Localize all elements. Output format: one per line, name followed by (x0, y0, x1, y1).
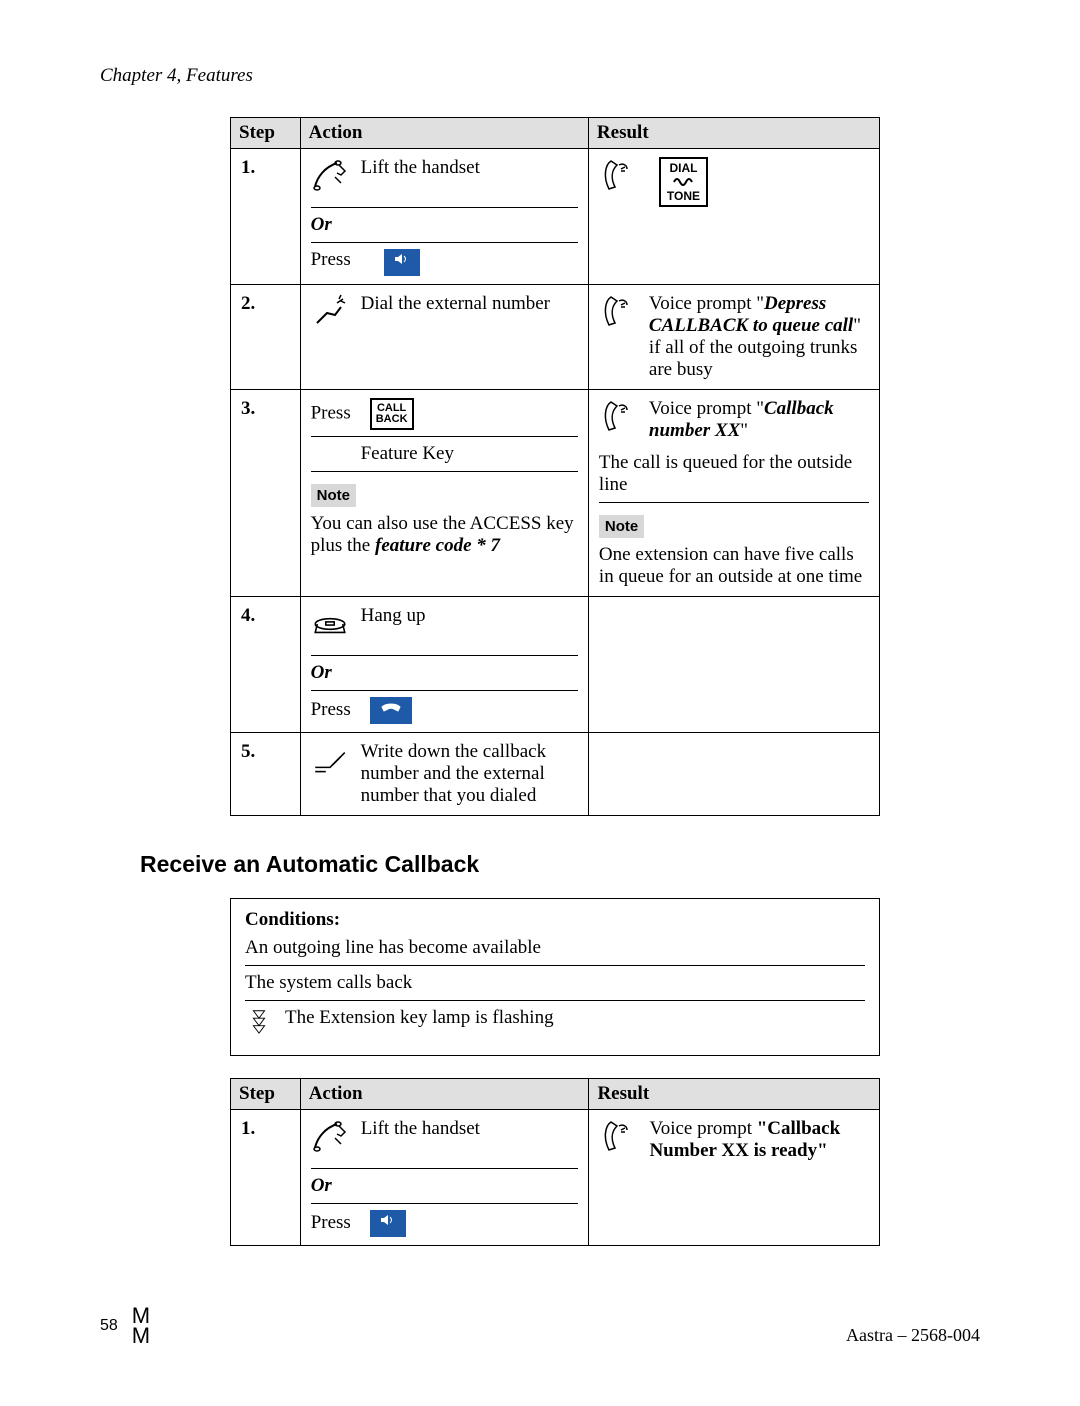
action-text: Dial the external number (361, 293, 578, 315)
table-row: 3. Press CALLBACK Feature Key Note You c… (231, 390, 880, 597)
action-text: Lift the handset (361, 1118, 579, 1140)
handset-ringing-icon (599, 293, 637, 337)
step-number: 1. (231, 1110, 301, 1246)
th-action: Action (300, 1079, 589, 1110)
conditions-header: Conditions: (245, 909, 865, 931)
hang-up-icon (311, 605, 349, 649)
procedure-table-2: Step Action Result 1. Lift the handset O… (230, 1078, 880, 1246)
press-label: Press (311, 1212, 351, 1233)
th-step: Step (231, 1079, 301, 1110)
th-result: Result (588, 118, 879, 149)
handset-ringing-icon (599, 398, 637, 442)
or-label: Or (311, 214, 578, 236)
lift-handset-icon (311, 157, 349, 201)
logo-mark: MM (132, 1306, 152, 1346)
write-icon (311, 741, 349, 785)
step-number: 2. (231, 285, 301, 390)
handset-ringing-icon (599, 157, 637, 201)
section-heading: Receive an Automatic Callback (140, 851, 980, 878)
onhook-button-icon (370, 697, 412, 724)
speaker-button-icon (384, 249, 420, 276)
document-id: Aastra – 2568-004 (846, 1325, 980, 1346)
condition-item: The system calls back (245, 972, 865, 994)
result-text: The call is queued for the outside line (599, 452, 869, 496)
step-number: 5. (231, 733, 301, 816)
or-label: Or (311, 1175, 579, 1197)
press-label: Press (311, 402, 351, 423)
th-step: Step (231, 118, 301, 149)
chapter-header: Chapter 4, Features (100, 65, 980, 87)
table-row: 1. Lift the handset Or Press (231, 1110, 880, 1246)
handset-ringing-icon (599, 1118, 637, 1162)
note-text: One extension can have five calls in que… (599, 544, 869, 588)
callback-key-icon: CALLBACK (370, 398, 414, 430)
lamp-flashing-icon (245, 1007, 273, 1041)
th-result: Result (589, 1079, 880, 1110)
step-number: 4. (231, 597, 301, 733)
condition-item: The Extension key lamp is flashing (285, 1007, 554, 1029)
step-number: 3. (231, 390, 301, 597)
action-text: Hang up (361, 605, 578, 627)
action-text: Write down the callback number and the e… (361, 741, 578, 807)
result-text: Voice prompt "Callback number XX" (649, 398, 869, 442)
page-footer: 58 MM Aastra – 2568-004 (100, 1306, 980, 1346)
result-text: Voice prompt "Depress CALLBACK to queue … (649, 293, 869, 381)
action-text: Lift the handset (361, 157, 578, 179)
table-row: 5. Write down the callback number and th… (231, 733, 880, 816)
note-badge: Note (599, 515, 644, 538)
conditions-box: Conditions: An outgoing line has become … (230, 898, 880, 1056)
note-text: You can also use the ACCESS key plus the… (311, 513, 578, 557)
speaker-button-icon (370, 1210, 406, 1237)
condition-item: An outgoing line has become available (245, 937, 865, 959)
dial-tone-indicator: DIAL TONE (659, 157, 708, 207)
note-badge: Note (311, 484, 356, 507)
table-row: 4. Hang up Or Press (231, 597, 880, 733)
page-number: 58 (100, 1317, 118, 1335)
result-text: Voice prompt "Callback Number XX is read… (649, 1118, 869, 1162)
table-row: 2. Dial the external number Voice prompt… (231, 285, 880, 390)
press-label: Press (311, 699, 351, 720)
procedure-table-1: Step Action Result 1. Lift the handset O… (230, 117, 880, 816)
table-row: 1. Lift the handset Or Press (231, 149, 880, 285)
th-action: Action (300, 118, 588, 149)
dial-icon (311, 293, 349, 337)
step-number: 1. (231, 149, 301, 285)
press-label: Press (311, 249, 351, 271)
or-label: Or (311, 662, 578, 684)
lift-handset-icon (311, 1118, 349, 1162)
feature-key-label: Feature Key (311, 443, 578, 465)
